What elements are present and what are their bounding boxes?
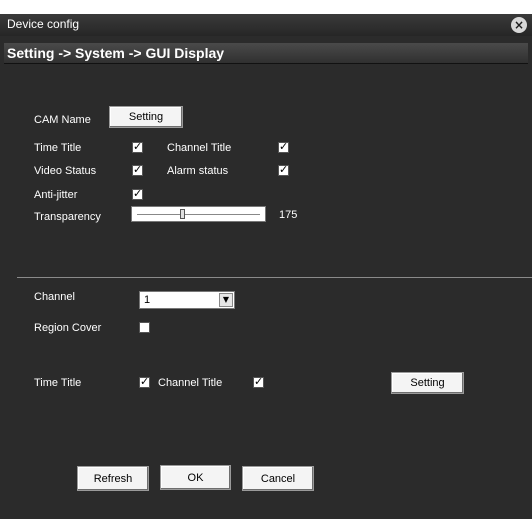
channel-label: Channel (34, 291, 75, 303)
slider-track (137, 214, 260, 215)
cancel-button[interactable]: Cancel (242, 466, 314, 491)
refresh-button[interactable]: Refresh (77, 466, 149, 491)
channel-select[interactable]: 1 ▼ (139, 291, 235, 309)
transparency-value: 175 (279, 209, 298, 221)
anti-jitter-label: Anti-jitter (34, 189, 78, 201)
checkmark-icon: ✓ (133, 163, 143, 176)
cam-name-setting-button[interactable]: Setting (109, 106, 183, 128)
overlay-time-title-checkbox[interactable]: ✓ (139, 375, 150, 388)
transparency-slider[interactable] (131, 206, 266, 222)
window-title: Device config (7, 17, 80, 31)
cam-name-label: CAM Name (34, 114, 91, 126)
checkmark-icon: ✓ (279, 140, 289, 153)
region-cover-label: Region Cover (34, 322, 102, 334)
overlay-channel-title-checkbox[interactable]: ✓ (253, 375, 264, 388)
breadcrumb: Setting -> System -> GUI Display (4, 43, 528, 64)
overlay-channel-title-label: Channel Title (158, 377, 223, 389)
device-config-window: Device config × Setting -> System -> GUI… (0, 14, 532, 519)
channel-title-checkbox[interactable]: ✓ (278, 140, 289, 153)
breadcrumb-text: Setting -> System -> GUI Display (7, 45, 225, 61)
overlay-time-title-label: Time Title (34, 377, 82, 389)
video-status-label: Video Status (34, 165, 97, 177)
chevron-down-icon[interactable]: ▼ (219, 293, 233, 307)
time-title-label: Time Title (34, 142, 82, 154)
checkmark-icon: ✓ (279, 163, 289, 176)
title-bar: Device config × (0, 14, 532, 36)
region-cover-checkbox[interactable] (139, 322, 150, 333)
time-title-checkbox[interactable]: ✓ (132, 140, 143, 153)
channel-title-label: Channel Title (167, 142, 232, 154)
checkmark-icon: ✓ (254, 375, 264, 388)
channel-selected-value: 1 (144, 294, 151, 306)
anti-jitter-checkbox[interactable]: ✓ (132, 187, 143, 200)
video-status-checkbox[interactable]: ✓ (132, 163, 143, 176)
overlay-setting-button[interactable]: Setting (391, 372, 464, 394)
alarm-status-label: Alarm status (167, 165, 229, 177)
checkmark-icon: ✓ (133, 187, 143, 200)
slider-thumb[interactable] (180, 209, 185, 219)
close-icon[interactable]: × (511, 17, 527, 33)
checkmark-icon: ✓ (140, 375, 150, 388)
ok-button[interactable]: OK (160, 465, 231, 490)
alarm-status-checkbox[interactable]: ✓ (278, 163, 289, 176)
transparency-label: Transparency (34, 211, 101, 223)
section-divider (17, 277, 532, 278)
checkmark-icon: ✓ (133, 140, 143, 153)
